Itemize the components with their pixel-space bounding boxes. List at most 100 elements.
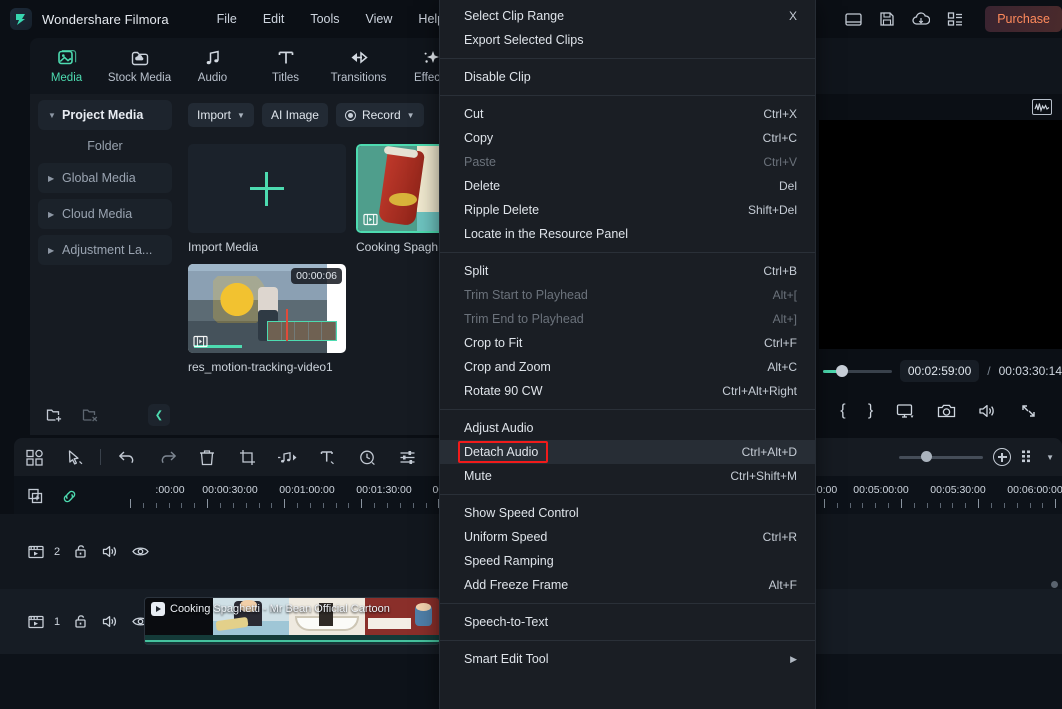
slider-knob[interactable] (836, 365, 848, 377)
mute-speaker-icon[interactable] (102, 614, 118, 629)
tab-label: Audio (197, 72, 228, 84)
mark-out-button[interactable]: } (868, 402, 873, 420)
menu-tools[interactable]: Tools (298, 7, 351, 31)
sidebar-item-cloud-media[interactable]: ▶ Cloud Media (38, 199, 172, 229)
mute-speaker-icon[interactable] (102, 544, 118, 559)
collapse-left-icon[interactable]: ❮ (148, 404, 170, 426)
tab-stock-media[interactable]: Stock Media (103, 38, 176, 94)
menu-item-speech-to-text[interactable]: Speech-to-Text (440, 610, 815, 634)
media-item-import[interactable]: Import Media (188, 144, 346, 254)
tab-titles[interactable]: Titles (249, 38, 322, 94)
link-clips-icon[interactable] (61, 488, 78, 505)
menu-item-detach-audio[interactable]: Detach Audio Ctrl+Alt+D (440, 440, 815, 464)
import-button[interactable]: Import ▼ (188, 103, 254, 127)
menu-item-split[interactable]: Split Ctrl+B (440, 259, 815, 283)
display-settings-button[interactable] (896, 403, 915, 419)
record-button[interactable]: Record ▼ (335, 103, 424, 127)
eye-icon[interactable] (132, 545, 149, 558)
delete-folder-icon[interactable] (82, 407, 100, 423)
snapshot-button[interactable] (937, 403, 956, 419)
zoom-in-icon[interactable] (993, 448, 1012, 466)
add-track-icon[interactable] (28, 488, 45, 505)
color-adjust-icon[interactable] (387, 438, 427, 476)
tab-label: Transitions (330, 72, 387, 84)
menu-item-adjust-audio[interactable]: Adjust Audio (440, 416, 815, 440)
cloud-upload-icon[interactable] (911, 9, 931, 29)
menu-item-export-selected-clips[interactable]: Export Selected Clips (440, 28, 815, 52)
menu-item-delete[interactable]: Delete Del (440, 174, 815, 198)
timeline-scrollbar[interactable] (1051, 581, 1058, 588)
menu-item-crop-to-fit[interactable]: Crop to Fit Ctrl+F (440, 331, 815, 355)
menu-item-smart-edit-tool[interactable]: Smart Edit Tool ▶ (440, 647, 815, 671)
mark-in-button[interactable]: { (840, 402, 845, 420)
text-tool-icon[interactable] (307, 438, 347, 476)
sidebar-item-label: Project Media (62, 108, 144, 122)
menu-file[interactable]: File (205, 7, 249, 31)
redo-icon[interactable] (147, 438, 187, 476)
menu-item-select-clip-range[interactable]: Select Clip Range X (440, 4, 815, 28)
save-icon[interactable] (877, 9, 897, 29)
unlock-icon[interactable] (74, 614, 88, 629)
menu-item-copy[interactable]: Copy Ctrl+C (440, 126, 815, 150)
menu-item-mute[interactable]: Mute Ctrl+Shift+M (440, 464, 815, 488)
delete-icon[interactable] (187, 438, 227, 476)
menu-item-rotate-90-cw[interactable]: Rotate 90 CW Ctrl+Alt+Right (440, 379, 815, 403)
menu-item-label: Show Speed Control (464, 506, 579, 520)
import-media-dropzone[interactable] (188, 144, 346, 233)
undo-icon[interactable] (107, 438, 147, 476)
menu-item-label: Ripple Delete (464, 203, 540, 217)
preview-zoom-slider[interactable] (823, 365, 892, 377)
tab-media[interactable]: Media (30, 38, 103, 94)
selection-tool-icon[interactable] (54, 438, 94, 476)
unlock-icon[interactable] (74, 544, 88, 559)
menu-item-locate-in-the-resource-panel[interactable]: Locate in the Resource Panel (440, 222, 815, 246)
menu-item-speed-ramping[interactable]: Speed Ramping (440, 549, 815, 573)
timeline-clip[interactable]: Cooking Spaghetti - Mr Bean Official Car… (144, 597, 440, 645)
menu-item-cut[interactable]: Cut Ctrl+X (440, 102, 815, 126)
new-folder-icon[interactable] (46, 407, 64, 423)
audio-detach-icon[interactable] (267, 438, 307, 476)
audio-waveform-icon[interactable] (1032, 99, 1052, 115)
menu-item-add-freeze-frame[interactable]: Add Freeze Frame Alt+F (440, 573, 815, 597)
ruler-tick (939, 503, 941, 508)
sidebar-item-label: Global Media (62, 171, 136, 185)
timeline-zoom-slider[interactable] (899, 451, 984, 462)
menu-edit[interactable]: Edit (251, 7, 297, 31)
app-title: Wondershare Filmora (42, 11, 169, 27)
menu-item-uniform-speed[interactable]: Uniform Speed Ctrl+R (440, 525, 815, 549)
speed-icon[interactable] (347, 438, 387, 476)
menu-view[interactable]: View (354, 7, 405, 31)
menu-item-label: Speech-to-Text (464, 615, 549, 629)
track-settings-icon[interactable] (1021, 449, 1036, 466)
menu-item-shortcut: Ctrl+B (763, 264, 797, 278)
menu-item-show-speed-control[interactable]: Show Speed Control (440, 501, 815, 525)
slider-knob[interactable] (921, 451, 933, 462)
timeline-templates-icon[interactable] (14, 438, 54, 476)
tab-audio[interactable]: Audio (176, 38, 249, 94)
fullscreen-button[interactable] (1020, 403, 1037, 419)
dropdown-caret-icon[interactable]: ▼ (1046, 453, 1054, 462)
video-preview-surface[interactable] (819, 120, 1062, 349)
menu-item-ripple-delete[interactable]: Ripple Delete Shift+Del (440, 198, 815, 222)
menu-item-crop-and-zoom[interactable]: Crop and Zoom Alt+C (440, 355, 815, 379)
media-thumbnail[interactable]: 00:00:06 (188, 264, 346, 353)
ai-image-button[interactable]: AI Image (261, 103, 328, 127)
sidebar-item-global-media[interactable]: ▶ Global Media (38, 163, 172, 193)
sidebar-item-project-media[interactable]: ▼ Project Media (38, 100, 172, 130)
main-menubar: File Edit Tools View Help (205, 7, 456, 31)
tab-transitions[interactable]: Transitions (322, 38, 395, 94)
ruler-label: :00:00 (155, 484, 185, 496)
clip-context-menu[interactable]: Select Clip Range X Export Selected Clips D… (440, 0, 815, 709)
crop-icon[interactable] (227, 438, 267, 476)
grid-apps-icon[interactable] (945, 9, 965, 29)
layout-icon[interactable] (843, 9, 863, 29)
current-timecode[interactable]: 00:02:59:00 (899, 360, 980, 382)
menu-item-disable-clip[interactable]: Disable Clip (440, 65, 815, 89)
ruler-tick (823, 499, 825, 508)
menu-item-shortcut: Ctrl+Alt+D (741, 445, 797, 459)
purchase-button[interactable]: Purchase (985, 6, 1062, 32)
folder-label: Folder (87, 139, 123, 153)
track-header: 2 (14, 514, 149, 589)
volume-button[interactable] (978, 403, 997, 419)
sidebar-item-adjustment-layer[interactable]: ▶ Adjustment La... (38, 235, 172, 265)
